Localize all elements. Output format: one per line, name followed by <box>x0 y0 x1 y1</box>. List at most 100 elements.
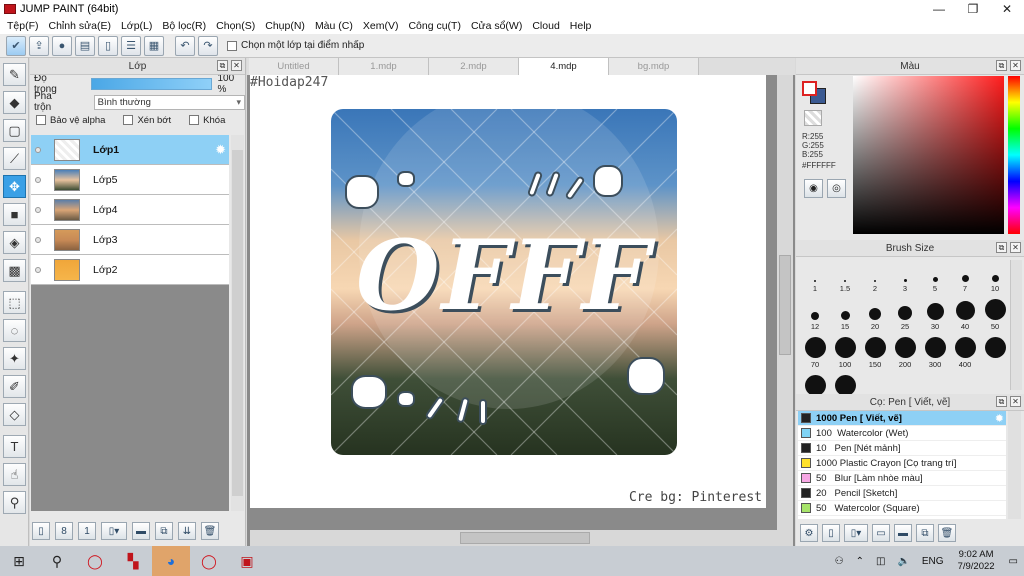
visibility-icon[interactable] <box>31 146 45 153</box>
tab-4-mdp[interactable]: 4.mdp <box>519 58 609 75</box>
duplicate-layer-icon[interactable]: ⧉ <box>155 522 173 540</box>
move-tool-icon[interactable]: ✥ <box>3 175 26 198</box>
canvas-horizontal-scrollbar[interactable] <box>250 530 777 546</box>
page-icon[interactable]: ▯ <box>98 35 118 56</box>
menu-help[interactable]: Help <box>565 20 597 32</box>
select-layer-on-click[interactable]: Chọn một lớp tại điểm nhấp <box>227 40 364 51</box>
brush-size-option[interactable]: 20 <box>860 298 890 331</box>
brush-item[interactable]: 1000 Pen [ Viết, vẽ] ✹ <box>798 411 1006 426</box>
brush-size-option[interactable]: 5 <box>920 260 950 293</box>
brush-size-option[interactable]: 50 <box>980 298 1010 331</box>
visibility-icon[interactable] <box>31 176 45 183</box>
merge-layer-icon[interactable]: ⇊ <box>178 522 196 540</box>
menu-filter[interactable]: Bộ lọc(R) <box>157 20 211 32</box>
layer-row[interactable]: Lớp2 <box>31 255 229 285</box>
notifications-icon[interactable]: ▭ <box>1003 556 1024 567</box>
undock-icon[interactable]: ⧉ <box>996 60 1007 71</box>
brush-menu-icon[interactable]: ▯▾ <box>844 524 868 542</box>
text-tool-icon[interactable]: T <box>3 435 26 458</box>
brush-size-option[interactable]: 12 <box>800 298 830 331</box>
brush-item[interactable]: 10 Pen [Nét mảnh] <box>798 441 1006 456</box>
menu-layer[interactable]: Lớp(L) <box>116 20 157 32</box>
blend-mode-select[interactable]: Bình thường <box>93 94 245 110</box>
undock-icon[interactable]: ⧉ <box>996 242 1007 253</box>
eraser-tool-icon[interactable]: ◆ <box>3 91 26 114</box>
brush-size-option[interactable]: 200 <box>890 336 920 369</box>
check-icon[interactable]: ✔ <box>6 35 26 56</box>
brush-item[interactable]: 20 Pencil [Sketch] <box>798 486 1006 501</box>
tab-untitled[interactable]: Untitled <box>249 58 339 75</box>
brush-item[interactable]: 50 Watercolor (Square) <box>798 501 1006 516</box>
minimize-button[interactable]: — <box>922 0 956 17</box>
tab-bg-mdp[interactable]: bg.mdp <box>609 58 699 75</box>
undock-icon[interactable]: ⧉ <box>217 60 228 71</box>
clipping-option[interactable]: Xén bớt <box>123 115 171 126</box>
layer-row[interactable]: Lớp1 ✹ <box>31 135 229 165</box>
brush-size-option[interactable]: 30 <box>920 298 950 331</box>
new-layer-1bit-icon[interactable]: 1 <box>78 522 96 540</box>
redo-icon[interactable]: ↷ <box>198 35 218 56</box>
brush-delete-icon[interactable]: 🗑 <box>938 524 956 542</box>
gradient-tool-icon[interactable]: ▩ <box>3 259 26 282</box>
tab-1-mdp[interactable]: 1.mdp <box>339 58 429 75</box>
rect-select-tool-icon[interactable]: ⬚ <box>3 291 26 314</box>
menu-window[interactable]: Cửa sổ(W) <box>466 20 527 32</box>
rectangle-tool-icon[interactable]: ▢ <box>3 119 26 142</box>
network-icon[interactable]: ◫ <box>870 556 891 567</box>
eyedropper-tool-icon[interactable]: ⚲ <box>3 491 26 514</box>
line-tool-icon[interactable]: ⟋ <box>3 147 26 170</box>
list-icon[interactable]: ☰ <box>121 35 141 56</box>
zalo-icon[interactable]: ◕ <box>152 546 190 576</box>
panel-close-icon[interactable]: ✕ <box>1010 60 1021 71</box>
export-icon[interactable]: ⇪ <box>29 35 49 56</box>
layer-row[interactable]: Lớp4 <box>31 195 229 225</box>
people-icon[interactable]: ⚇ <box>829 556 850 567</box>
volume-icon[interactable]: 🔈 <box>891 556 915 567</box>
brush-size-option[interactable]: 1 <box>800 260 830 293</box>
brush-size-option[interactable]: 25 <box>890 298 920 331</box>
menu-tools[interactable]: Công cụ(T) <box>403 20 466 32</box>
brushes-scrollbar[interactable] <box>1008 411 1021 519</box>
select-eraser-tool-icon[interactable]: ◇ <box>3 403 26 426</box>
clipping-checkbox[interactable] <box>123 115 134 125</box>
panel-close-icon[interactable]: ✕ <box>1010 242 1021 253</box>
brush-size-option[interactable]: 10 <box>980 260 1010 293</box>
brush-item[interactable]: 1000 Plastic Crayon [Cọ trang trí] <box>798 456 1006 471</box>
close-button[interactable]: ✕ <box>990 0 1024 17</box>
layer-row[interactable]: Lớp5 <box>31 165 229 195</box>
new-brush-icon[interactable]: ▯ <box>822 524 840 542</box>
menu-edit[interactable]: Chỉnh sửa(E) <box>44 20 116 32</box>
undo-icon[interactable]: ↶ <box>175 35 195 56</box>
language-indicator[interactable]: ENG <box>916 556 950 567</box>
brush-duplicate-icon[interactable]: ⧉ <box>916 524 934 542</box>
menu-snap[interactable]: Chụp(N) <box>260 20 310 32</box>
brush-size-option[interactable]: 1.5 <box>830 260 860 293</box>
grid-check-icon[interactable]: ▦ <box>144 35 164 56</box>
folder-icon[interactable]: ▬ <box>132 522 150 540</box>
brush-size-option[interactable]: 40 <box>950 298 980 331</box>
undock-icon[interactable]: ⧉ <box>996 396 1007 407</box>
bucket-tool-icon[interactable]: ◈ <box>3 231 26 254</box>
search-icon[interactable]: ⚲ <box>38 546 76 576</box>
brush-folder-icon[interactable]: ▬ <box>894 524 912 542</box>
opacity-slider[interactable] <box>91 78 212 90</box>
brush-size-option[interactable]: 15 <box>830 298 860 331</box>
brush-size-option[interactable]: 3 <box>890 260 920 293</box>
brush-size-option[interactable]: 70 <box>800 336 830 369</box>
new-layer-icon[interactable]: ▯ <box>32 522 50 540</box>
jump-paint-taskbar-icon[interactable]: ▣ <box>228 546 266 576</box>
app-grid-icon[interactable]: ▚ <box>114 546 152 576</box>
palette-icon[interactable]: ◉ <box>804 179 823 198</box>
brush-size-scrollbar[interactable] <box>1010 260 1022 390</box>
palette-picker-icon[interactable]: ◎ <box>827 179 846 198</box>
magic-wand-tool-icon[interactable]: ✦ <box>3 347 26 370</box>
visibility-icon[interactable] <box>31 266 45 273</box>
comment-icon[interactable]: ▤ <box>75 35 95 56</box>
lock-option[interactable]: Khóa <box>189 115 225 126</box>
canvas-vertical-scrollbar[interactable] <box>777 75 793 546</box>
saturation-value-picker[interactable] <box>853 76 1004 234</box>
menu-cloud[interactable]: Cloud <box>527 20 564 32</box>
brush-size-option[interactable] <box>980 336 1010 360</box>
menu-select[interactable]: Chọn(S) <box>211 20 260 32</box>
visibility-icon[interactable] <box>31 236 45 243</box>
